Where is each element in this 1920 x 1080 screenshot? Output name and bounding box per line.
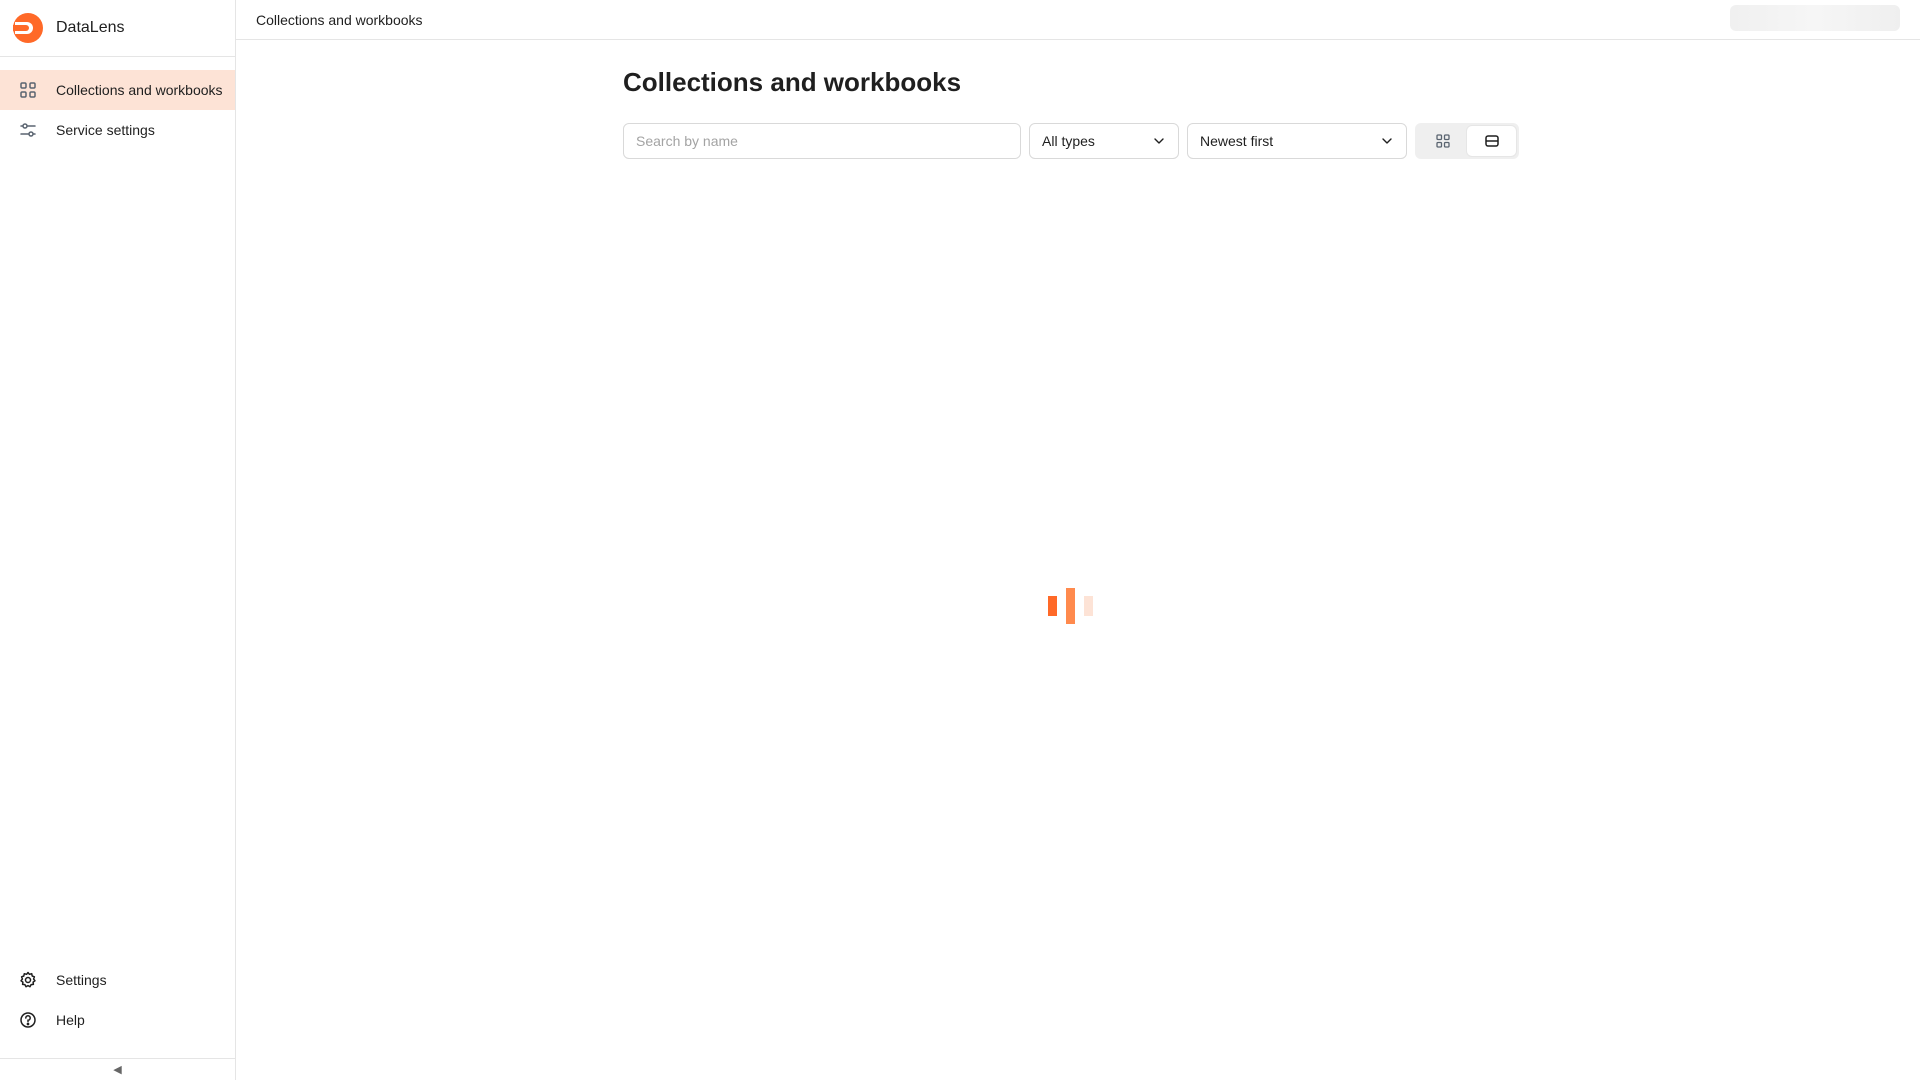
loader-bar (1048, 596, 1057, 616)
search-input[interactable] (623, 123, 1021, 159)
sliders-icon (18, 120, 38, 140)
type-filter-value: All types (1042, 133, 1095, 149)
loader-bar (1084, 596, 1093, 616)
datalens-logo-icon (13, 13, 43, 43)
sidebar-item-label: Collections and workbooks (56, 82, 223, 98)
sidebar-collapse-button[interactable]: ◀ (0, 1058, 235, 1080)
sidebar: DataLens Collections and workbooks Servi… (0, 0, 236, 1080)
sidebar-item-service-settings[interactable]: Service settings (0, 110, 235, 150)
sidebar-item-label: Service settings (56, 122, 155, 138)
main-content: Collections and workbooks All types Newe… (623, 40, 1523, 159)
brand[interactable]: DataLens (0, 0, 235, 57)
gear-icon (18, 970, 38, 990)
list-icon (1484, 135, 1499, 147)
sidebar-item-collections[interactable]: Collections and workbooks (0, 70, 235, 110)
sort-select[interactable]: Newest first (1187, 123, 1407, 159)
top-bar: Collections and workbooks (236, 0, 1920, 40)
chevron-down-icon (1382, 138, 1392, 144)
loader-bar (1066, 588, 1075, 624)
sidebar-item-settings[interactable]: Settings (0, 960, 235, 1000)
grid-icon (18, 80, 38, 100)
sidebar-item-label: Settings (56, 972, 107, 988)
question-circle-icon (18, 1010, 38, 1030)
sort-value: Newest first (1200, 133, 1274, 149)
sidebar-item-help[interactable]: Help (0, 1000, 235, 1040)
type-filter-select[interactable]: All types (1029, 123, 1179, 159)
chevron-down-icon (1154, 138, 1164, 144)
app-name: DataLens (56, 19, 125, 36)
list-view-button[interactable] (1467, 126, 1516, 156)
toolbar: All types Newest first (623, 123, 1523, 159)
collapse-arrow-icon: ◀ (113, 1064, 122, 1076)
loading-spinner (1048, 586, 1094, 626)
sidebar-bottom: Settings Help (0, 960, 235, 1040)
sidebar-item-label: Help (56, 1012, 85, 1028)
grid-icon (1435, 134, 1450, 148)
breadcrumb[interactable]: Collections and workbooks (256, 12, 423, 28)
page-title: Collections and workbooks (623, 67, 962, 97)
sidebar-nav: Collections and workbooks Service settin… (0, 70, 235, 150)
view-mode-toggle (1415, 123, 1519, 159)
grid-view-button[interactable] (1418, 126, 1467, 156)
loading-skeleton (1730, 5, 1900, 31)
